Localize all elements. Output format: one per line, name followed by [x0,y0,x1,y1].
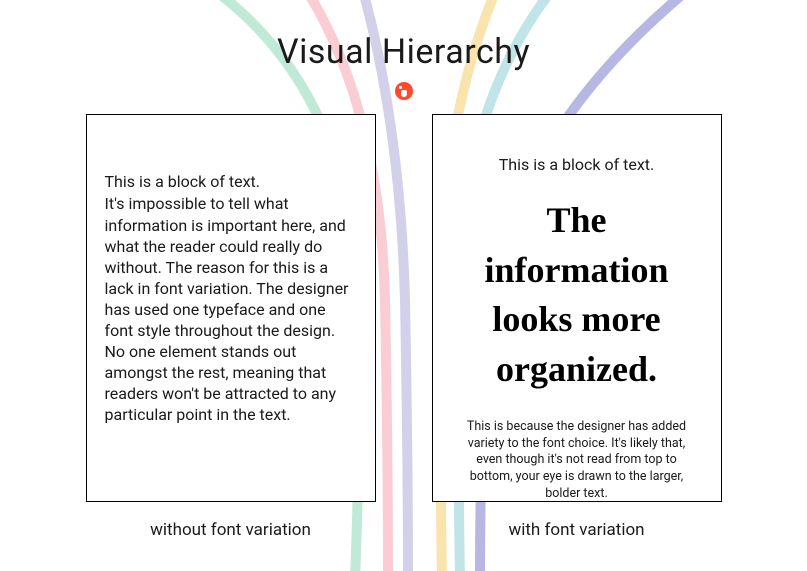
right-label: with font variation [432,520,722,540]
right-caption-text: This is because the designer has added v… [451,419,703,503]
example-box-with-variation: This is a block of text. The information… [432,114,722,502]
right-intro-text: This is a block of text. [451,155,703,174]
page-title: Visual Hierarchy [0,0,807,72]
left-intro-text: This is a block of text. [105,171,357,193]
labels-row: without font variation with font variati… [0,520,807,540]
example-box-without-variation: This is a block of text. It's impossible… [86,114,376,502]
left-label: without font variation [86,520,376,540]
right-headline-text: The information looks more organized. [451,196,703,395]
left-body-text: It's impossible to tell what information… [105,193,357,425]
columns-container: This is a block of text. It's impossible… [0,114,807,502]
g2-logo [0,82,807,100]
